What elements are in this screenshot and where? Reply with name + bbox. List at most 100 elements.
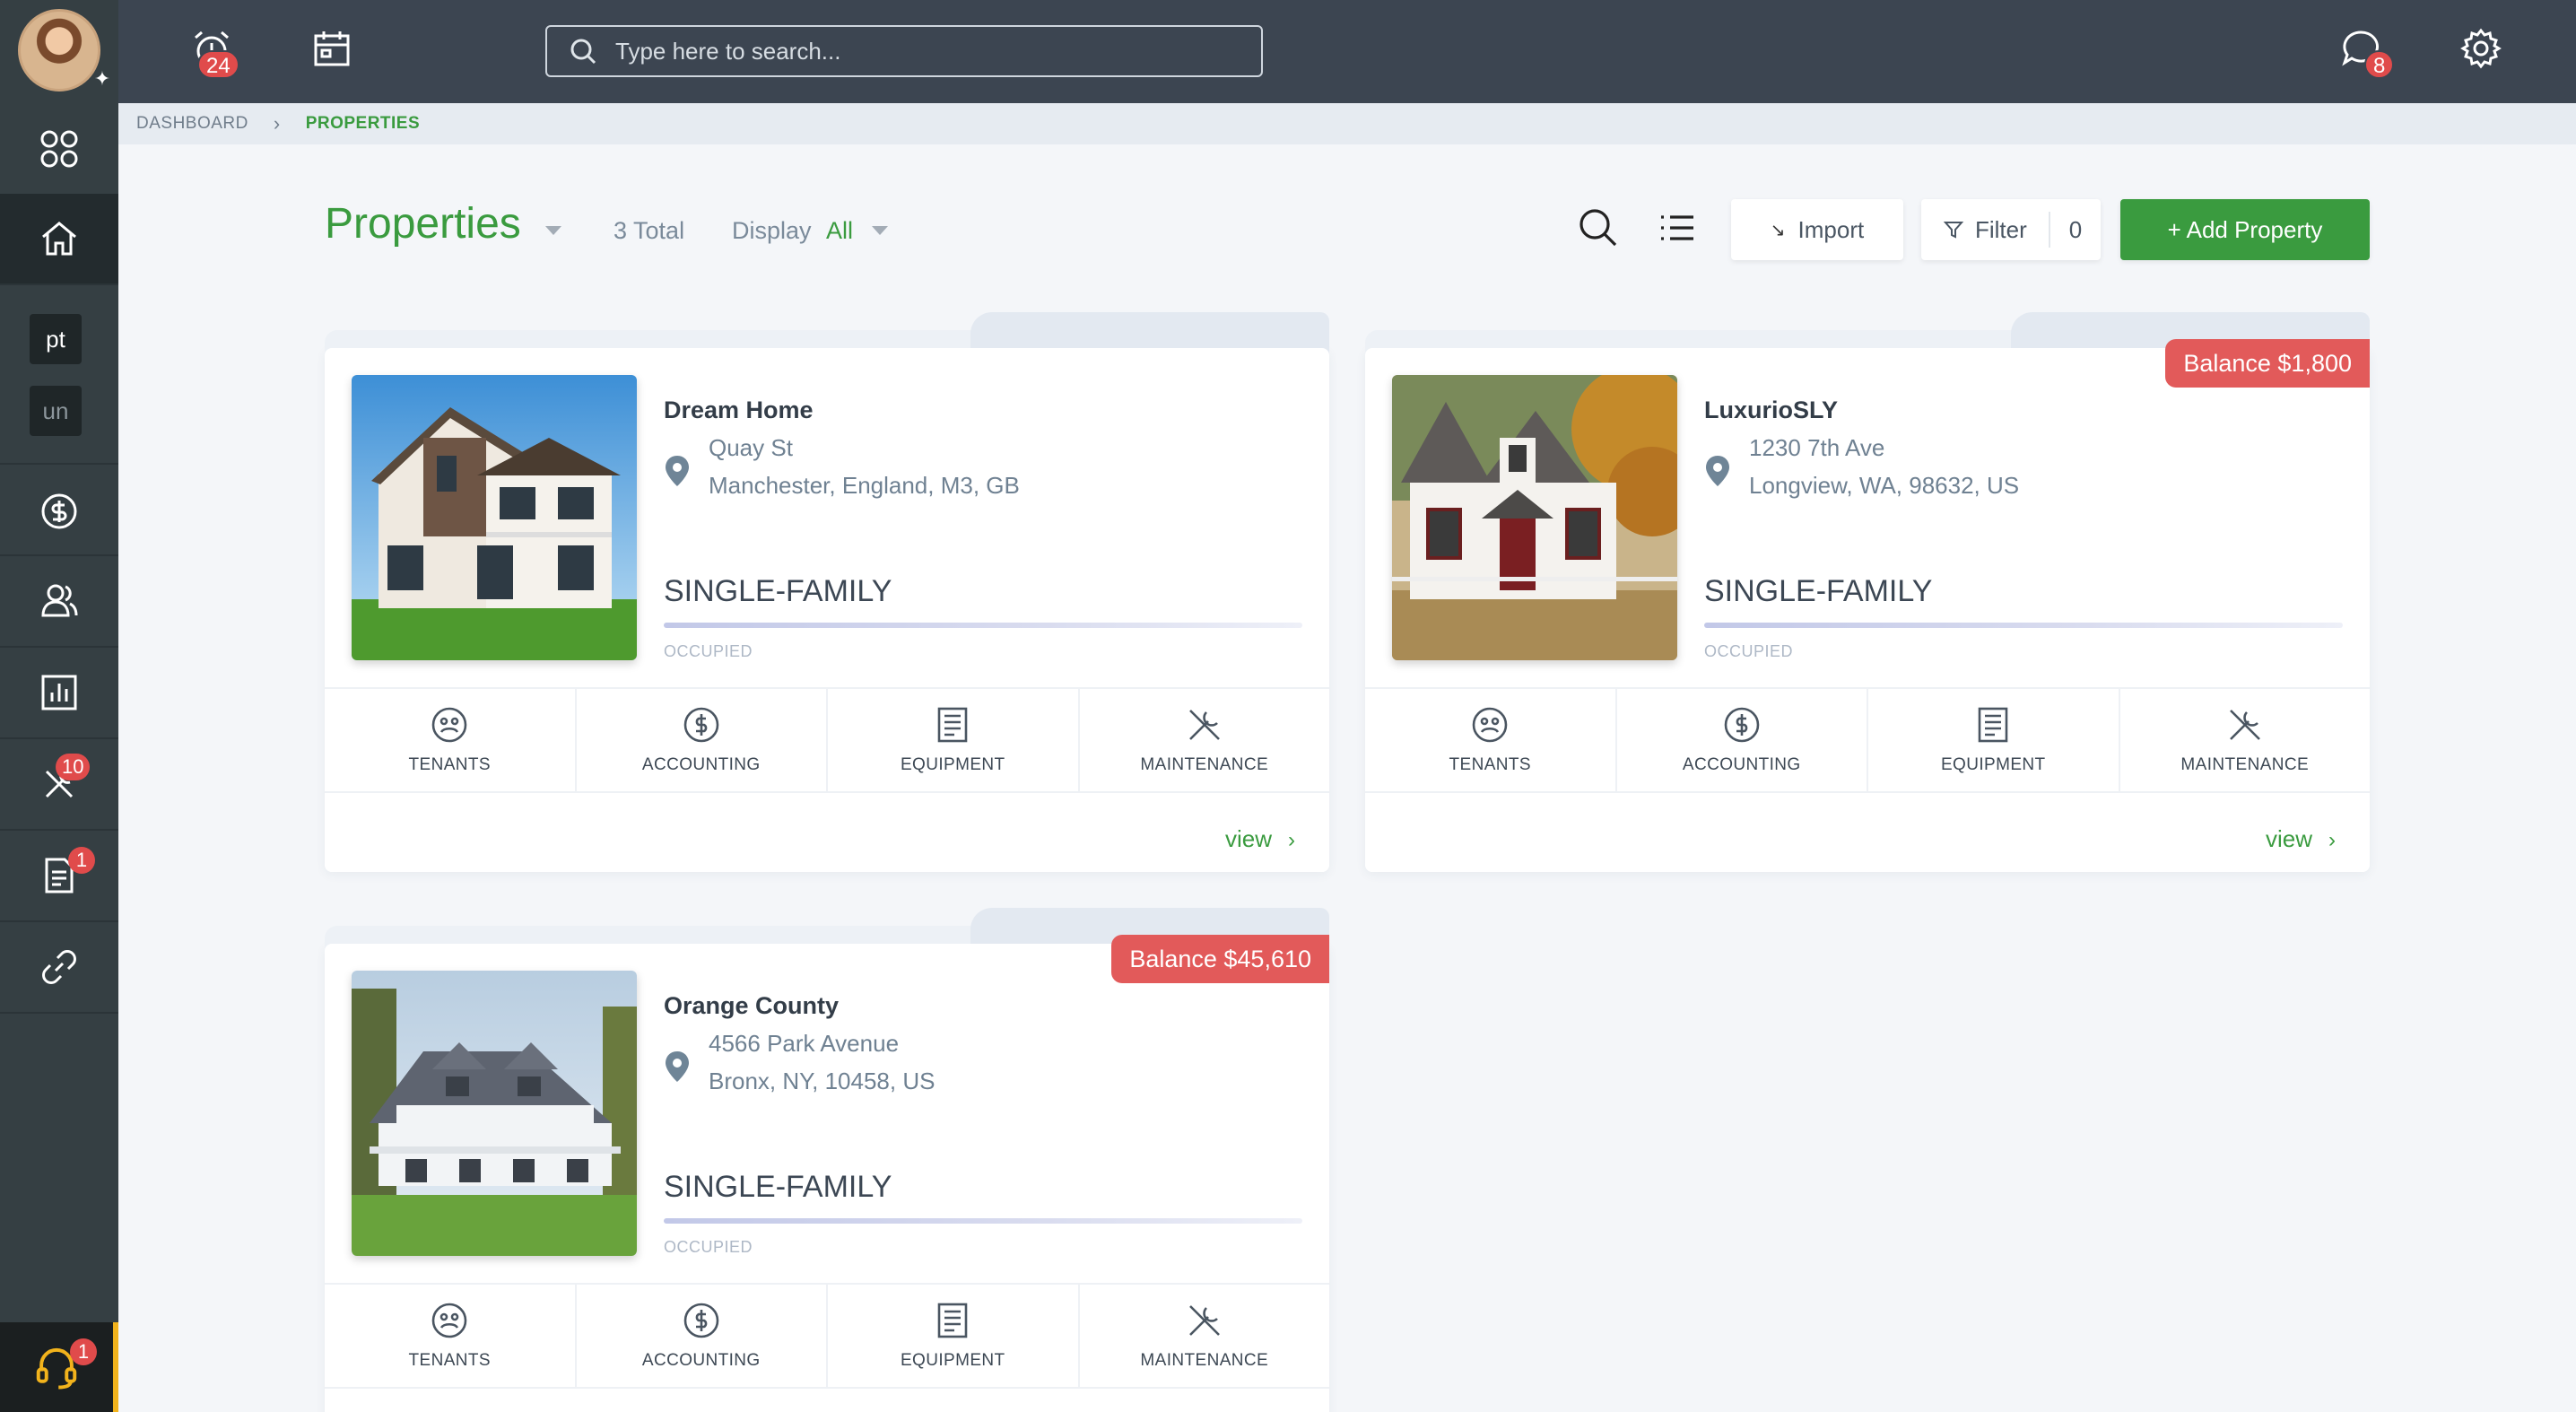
view-link[interactable]: view ›: [2266, 825, 2336, 853]
sidebar-item-people[interactable]: [0, 556, 118, 646]
balance-badge[interactable]: Balance $45,610: [1111, 935, 1329, 983]
search-bar[interactable]: [545, 25, 1263, 77]
balance-badge[interactable]: Balance $1,800: [2165, 339, 2370, 388]
list-icon: [1661, 215, 1693, 240]
link-icon: [42, 950, 76, 984]
property-name[interactable]: Dream Home: [664, 397, 814, 424]
import-button[interactable]: ↘ Import: [1731, 199, 1903, 260]
maintenance-action[interactable]: MAINTENANCE: [1080, 689, 1330, 791]
property-status: OCCUPIED: [664, 1238, 753, 1256]
chevron-right-icon: ›: [2328, 828, 2336, 852]
property-city: Bronx, NY, 10458, US: [709, 1068, 936, 1094]
property-photo[interactable]: [352, 375, 637, 660]
tenants-action[interactable]: TENANTS: [325, 689, 577, 791]
maintenance-action[interactable]: MAINTENANCE: [2120, 689, 2371, 791]
search-toggle[interactable]: [1575, 205, 1622, 251]
pin-icon: ✦: [93, 67, 111, 90]
modern-house-image: [352, 375, 637, 660]
search-input[interactable]: [615, 37, 1225, 65]
list-view-toggle[interactable]: [1654, 205, 1701, 251]
equipment-label: EQUIPMENT: [900, 1351, 1005, 1370]
property-status: OCCUPIED: [1704, 642, 1794, 660]
equipment-action[interactable]: EQUIPMENT: [828, 689, 1080, 791]
occupancy-bar: [1704, 623, 2343, 628]
dollar-circle-icon: [683, 1303, 719, 1338]
chart-icon: [41, 675, 77, 710]
tenants-icon: [431, 707, 467, 743]
equipment-action[interactable]: EQUIPMENT: [828, 1285, 1080, 1387]
breadcrumb: DASHBOARD › PROPERTIES: [118, 103, 2576, 144]
property-photo[interactable]: [352, 971, 637, 1256]
equipment-icon: [937, 1303, 968, 1338]
accounting-action[interactable]: ACCOUNTING: [577, 689, 828, 791]
sidebar-item-reports[interactable]: [0, 648, 118, 737]
view-label: view: [2265, 825, 2312, 852]
property-actions: TENANTS ACCOUNTING EQUIPMENT MAINTENANCE: [1365, 687, 2370, 793]
search-icon: [1580, 209, 1617, 247]
sidebar-item-properties[interactable]: [0, 194, 118, 283]
user-avatar[interactable]: [18, 9, 100, 92]
tenants-label: TENANTS: [408, 755, 491, 774]
documents-badge: 1: [68, 847, 95, 874]
equipment-action[interactable]: EQUIPMENT: [1868, 689, 2120, 791]
calendar-button[interactable]: [305, 22, 359, 75]
property-card: Dream Home Quay St Manchester, England, …: [325, 312, 1330, 872]
maintenance-badge: 10: [56, 754, 91, 780]
page-title[interactable]: Properties: [325, 199, 521, 248]
property-status: OCCUPIED: [664, 642, 753, 660]
chevron-right-icon: ›: [1288, 828, 1295, 852]
breadcrumb-dashboard[interactable]: DASHBOARD: [136, 114, 248, 134]
filter-count: 0: [2049, 212, 2101, 248]
property-city: Longview, WA, 98632, US: [1749, 472, 2020, 499]
settings-button[interactable]: [2454, 22, 2508, 75]
sidebar-tag-pt[interactable]: pt: [30, 314, 82, 364]
maintenance-action[interactable]: MAINTENANCE: [1080, 1285, 1330, 1387]
location-pin-icon: [666, 1051, 689, 1082]
tools-icon: [1188, 1305, 1220, 1336]
users-icon: [41, 584, 78, 617]
filter-button[interactable]: Filter 0: [1921, 199, 2101, 260]
tenants-action[interactable]: TENANTS: [325, 1285, 577, 1387]
property-street: Quay St: [709, 434, 793, 461]
accounting-action[interactable]: ACCOUNTING: [577, 1285, 828, 1387]
add-property-button[interactable]: + Add Property: [2120, 199, 2370, 260]
property-card: Balance $1,800 LuxurioSLY 1230 7th Ave L…: [1365, 312, 2370, 872]
sidebar-item-links[interactable]: [0, 922, 118, 1012]
equipment-label: EQUIPMENT: [1940, 755, 2046, 774]
tenants-action[interactable]: TENANTS: [1365, 689, 1617, 791]
dollar-circle-icon: [1724, 707, 1760, 743]
total-count: 3 Total: [614, 217, 685, 244]
colonial-house-image: [352, 971, 637, 1256]
sidebar-item-dashboard[interactable]: [0, 104, 118, 194]
tools-icon: [1188, 710, 1220, 740]
import-label: Import: [1797, 215, 1865, 243]
sidebar-item-maintenance[interactable]: [0, 739, 118, 829]
tenants-label: TENANTS: [1449, 755, 1531, 774]
sidebar-item-documents[interactable]: [0, 831, 118, 920]
display-dropdown[interactable]: All: [826, 217, 853, 245]
display-caret-icon[interactable]: [872, 226, 888, 235]
support-badge: 1: [70, 1338, 97, 1365]
home-icon: [42, 222, 76, 256]
property-type: SINGLE-FAMILY: [664, 1170, 892, 1204]
support-button[interactable]: [0, 1322, 118, 1412]
accounting-action[interactable]: ACCOUNTING: [1617, 689, 1868, 791]
property-type: SINGLE-FAMILY: [664, 574, 892, 608]
import-arrow-icon: ↘: [1770, 220, 1786, 240]
dollar-circle-icon: [41, 493, 77, 529]
view-link[interactable]: view ›: [1225, 825, 1295, 853]
property-photo[interactable]: [1392, 375, 1677, 660]
breadcrumb-separator: ›: [273, 112, 281, 135]
display-label: Display: [732, 217, 812, 244]
filter-label: Filter: [1975, 215, 2027, 243]
accounting-label: ACCOUNTING: [641, 1351, 761, 1370]
alarm-badge: 24: [197, 50, 239, 79]
sidebar-tag-un[interactable]: un: [30, 386, 82, 436]
property-actions: TENANTS ACCOUNTING EQUIPMENT MAINTENANCE: [325, 1283, 1329, 1389]
sidebar-item-accounting[interactable]: [0, 466, 118, 556]
property-name[interactable]: Orange County: [664, 992, 839, 1020]
breadcrumb-properties: PROPERTIES: [305, 114, 421, 133]
title-caret-icon[interactable]: [545, 226, 561, 235]
property-name[interactable]: LuxurioSLY: [1704, 397, 1838, 424]
property-type: SINGLE-FAMILY: [1704, 574, 1933, 608]
